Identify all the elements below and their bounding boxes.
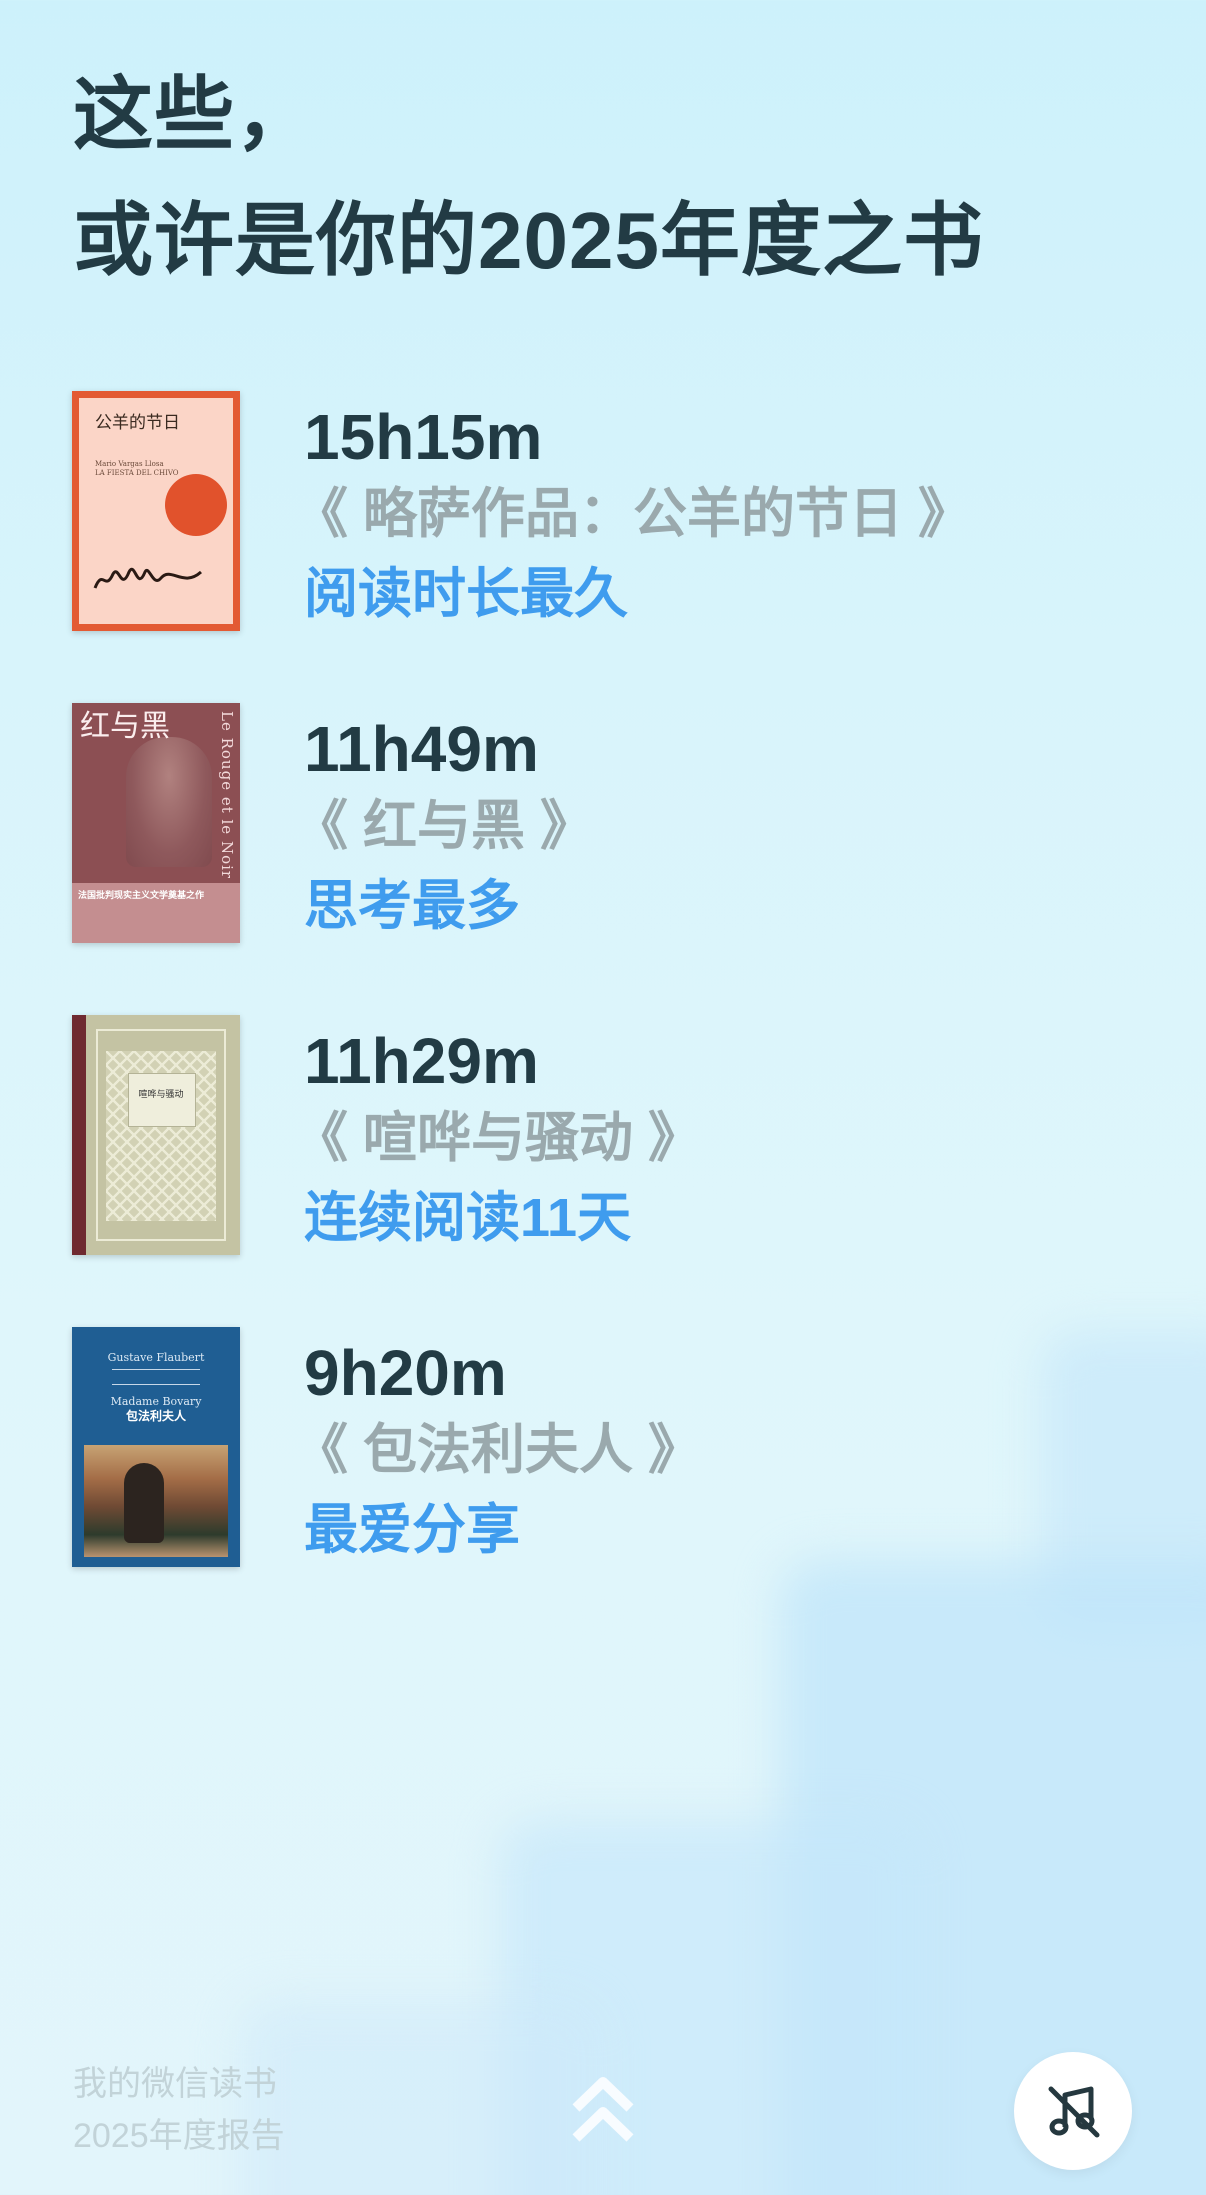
book-tag: 连续阅读11天 [304,1188,632,1248]
book-cover[interactable]: 公羊的节日 Mario Vargas Llosa LA FIESTA DEL C… [72,391,240,631]
reading-duration: 15h15m [304,401,543,473]
cover-author: Mario Vargas Llosa LA FIESTA DEL CHIVO [95,460,179,477]
cover-title: 红与黑 [80,709,170,744]
music-off-icon [1048,2086,1100,2138]
background-shape [780,1560,1206,2195]
cover-author: Gustave Flaubert [107,1351,205,1364]
book-cover[interactable]: 喧哗与骚动 [72,1015,240,1255]
cover-title: 喧哗与骚动 [138,1090,184,1100]
footer-line2: 2025年度报告 [73,2117,285,2155]
page-title-line1: 这些， [73,70,316,159]
background-shape [500,1820,920,2195]
book-tag: 阅读时长最久 [304,564,628,624]
cover-ornament [112,1369,200,1385]
footer-line1: 我的微信读书 [73,2065,277,2103]
cover-band-text: 法国批判现实主义文学奠基之作 [78,890,205,900]
book-cover[interactable]: 红与黑 Le Rouge et le Noir 法国批判现实主义文学奠基之作 [72,703,240,943]
reading-duration: 11h29m [304,1025,539,1097]
cover-title: 包法利夫人 [125,1409,186,1423]
cover-label [128,1073,196,1127]
book-tag: 最爱分享 [304,1500,520,1560]
page-title: 这些， 或许是你的2025年度之书 [73,52,984,304]
cover-figure [124,1463,164,1543]
book-tag: 思考最多 [304,876,520,936]
cover-badge [165,474,227,536]
signature-icon [93,567,202,589]
page-title-line2: 或许是你的2025年度之书 [73,196,984,285]
cover-portrait [126,737,212,867]
book-title: 《 红与黑 》 [294,796,595,856]
book-item[interactable]: Gustave Flaubert Madame Bovary 包法利夫人 9h2… [72,1327,1132,1567]
reading-duration: 9h20m [304,1337,507,1409]
cover-latin-title: Le Rouge et le Noir [218,711,236,880]
book-item[interactable]: 公羊的节日 Mario Vargas Llosa LA FIESTA DEL C… [72,391,1132,631]
book-title: 《 包法利夫人 》 [294,1420,703,1480]
chevron-up-icon [572,2077,634,2142]
book-title: 《 喧哗与骚动 》 [294,1108,703,1168]
book-cover[interactable]: Gustave Flaubert Madame Bovary 包法利夫人 [72,1327,240,1567]
book-item[interactable]: 喧哗与骚动 11h29m 《 喧哗与骚动 》 连续阅读11天 [72,1015,1132,1255]
background-shape [240,2000,600,2195]
book-item[interactable]: 红与黑 Le Rouge et le Noir 法国批判现实主义文学奠基之作 1… [72,703,1132,943]
music-toggle-button[interactable] [1014,2052,1132,2170]
book-title: 《 略萨作品：公羊的节日 》 [294,484,973,544]
scroll-up-button[interactable] [570,2074,636,2146]
cover-spine [72,1015,86,1255]
cover-title: 公羊的节日 [95,413,180,433]
reading-duration: 11h49m [304,713,539,785]
report-footer: 我的微信读书 2025年度报告 [73,2058,285,2162]
